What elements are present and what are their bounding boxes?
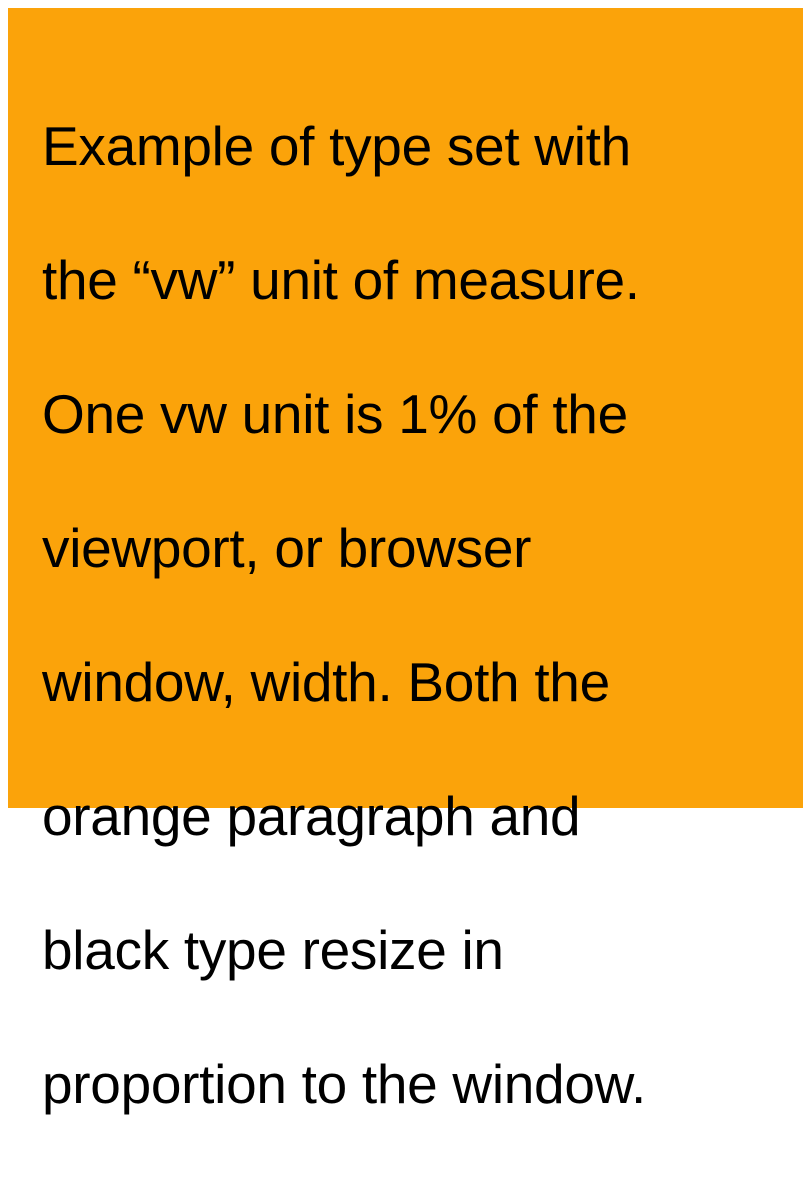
paragraph-text: Example of type set with the “vw” unit o…: [42, 46, 782, 1185]
paragraph-line: One vw unit is 1% of the: [42, 383, 628, 445]
paragraph-line: orange paragraph and: [42, 785, 581, 847]
paragraph-line: Example of type set with: [42, 115, 631, 177]
orange-paragraph-panel: Example of type set with the “vw” unit o…: [8, 8, 803, 1115]
paragraph-line: viewport, or browser: [42, 517, 532, 579]
paragraph-line: the “vw” unit of measure.: [42, 249, 640, 311]
paragraph-line: proportion to the window.: [42, 1053, 646, 1115]
paragraph-line: window, width. Both the: [42, 651, 610, 713]
paragraph-line: black type resize in: [42, 919, 504, 981]
